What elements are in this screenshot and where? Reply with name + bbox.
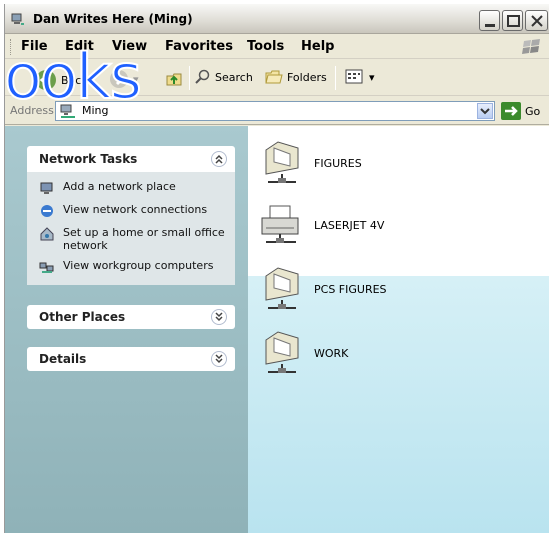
- maximize-icon: [507, 15, 520, 27]
- chevron-up-double-icon: [215, 154, 223, 164]
- close-button[interactable]: [525, 10, 548, 31]
- shared-folder-work[interactable]: WORK: [260, 330, 348, 376]
- views-icon: [345, 69, 363, 84]
- search-label: Search: [215, 70, 253, 84]
- expand-button[interactable]: [211, 309, 227, 325]
- shared-folder-icon: [265, 331, 299, 373]
- menu-favorites[interactable]: Favorites: [165, 39, 233, 54]
- network-tasks-header[interactable]: Network Tasks: [27, 146, 235, 172]
- task-pane: Network Tasks Add a network place View n…: [27, 146, 235, 371]
- overlay-watermark-text: ooks: [3, 45, 143, 109]
- title-bar[interactable]: Dan Writes Here (Ming): [5, 4, 549, 34]
- task-label: Set up a home or small office network: [63, 226, 225, 252]
- task-add-network-place[interactable]: Add a network place: [39, 180, 227, 196]
- windows-logo-icon: [522, 39, 540, 54]
- task-view-workgroup-computers[interactable]: View workgroup computers: [39, 259, 227, 275]
- add-network-place-icon: [40, 182, 53, 194]
- printer-icon: [261, 205, 299, 243]
- task-view-network-connections[interactable]: View network connections: [39, 203, 227, 219]
- search-icon: [195, 69, 210, 84]
- chevron-down-double-icon: [215, 354, 223, 364]
- details-title: Details: [39, 352, 87, 366]
- shared-folder-icon: [265, 141, 299, 183]
- shared-folder-icon: [265, 267, 299, 309]
- chevron-down-double-icon: [215, 312, 223, 322]
- network-connections-icon: [41, 205, 53, 217]
- shared-folder-pcs-figures[interactable]: PCS FIGURES: [260, 266, 387, 312]
- task-label: Add a network place: [63, 180, 176, 193]
- views-dropdown-icon: ▾: [369, 70, 375, 84]
- overlay-text: ooks: [3, 40, 143, 113]
- other-places-header[interactable]: Other Places: [27, 305, 235, 329]
- collapse-button[interactable]: [211, 151, 227, 167]
- go-button[interactable]: Go: [501, 102, 540, 120]
- file-name: LASERJET 4V: [314, 218, 385, 232]
- printer-laserjet-4v[interactable]: LASERJET 4V: [258, 202, 384, 248]
- network-computer-icon: [11, 13, 24, 25]
- task-label: View workgroup computers: [63, 259, 214, 272]
- details-header[interactable]: Details: [27, 347, 235, 371]
- views-button[interactable]: ▾: [345, 69, 375, 85]
- minimize-icon: [485, 24, 495, 27]
- task-label: View network connections: [63, 203, 208, 216]
- address-dropdown-button[interactable]: [477, 103, 493, 119]
- toolbar-separator: [335, 66, 336, 90]
- close-icon: [531, 15, 543, 27]
- network-tasks-body: Add a network place View network connect…: [27, 172, 235, 285]
- network-tasks-title: Network Tasks: [39, 152, 138, 166]
- minimize-button[interactable]: [479, 10, 500, 31]
- file-name: PCS FIGURES: [314, 282, 387, 296]
- content-area: Network Tasks Add a network place View n…: [5, 126, 549, 533]
- maximize-button[interactable]: [502, 10, 523, 31]
- go-label: Go: [525, 104, 541, 118]
- chevron-down-icon: [480, 108, 490, 115]
- up-folder-icon[interactable]: [165, 70, 183, 88]
- toolbar-separator: [189, 66, 190, 90]
- search-button[interactable]: Search: [195, 69, 253, 85]
- menu-tools[interactable]: Tools: [247, 39, 284, 54]
- window-title: Dan Writes Here (Ming): [33, 12, 193, 26]
- menu-help[interactable]: Help: [301, 39, 334, 54]
- expand-button[interactable]: [211, 351, 227, 367]
- file-name: FIGURES: [314, 156, 362, 170]
- folders-icon: [265, 70, 283, 84]
- go-arrow-icon: [501, 102, 521, 120]
- task-setup-home-network[interactable]: Set up a home or small office network: [39, 226, 227, 252]
- shared-folder-figures[interactable]: FIGURES: [260, 140, 362, 186]
- other-places-title: Other Places: [39, 310, 126, 324]
- file-name: WORK: [314, 346, 349, 360]
- folders-button[interactable]: Folders: [265, 69, 327, 85]
- home-network-icon: [40, 227, 54, 241]
- workgroup-computers-icon: [39, 262, 54, 273]
- folders-label: Folders: [287, 70, 327, 84]
